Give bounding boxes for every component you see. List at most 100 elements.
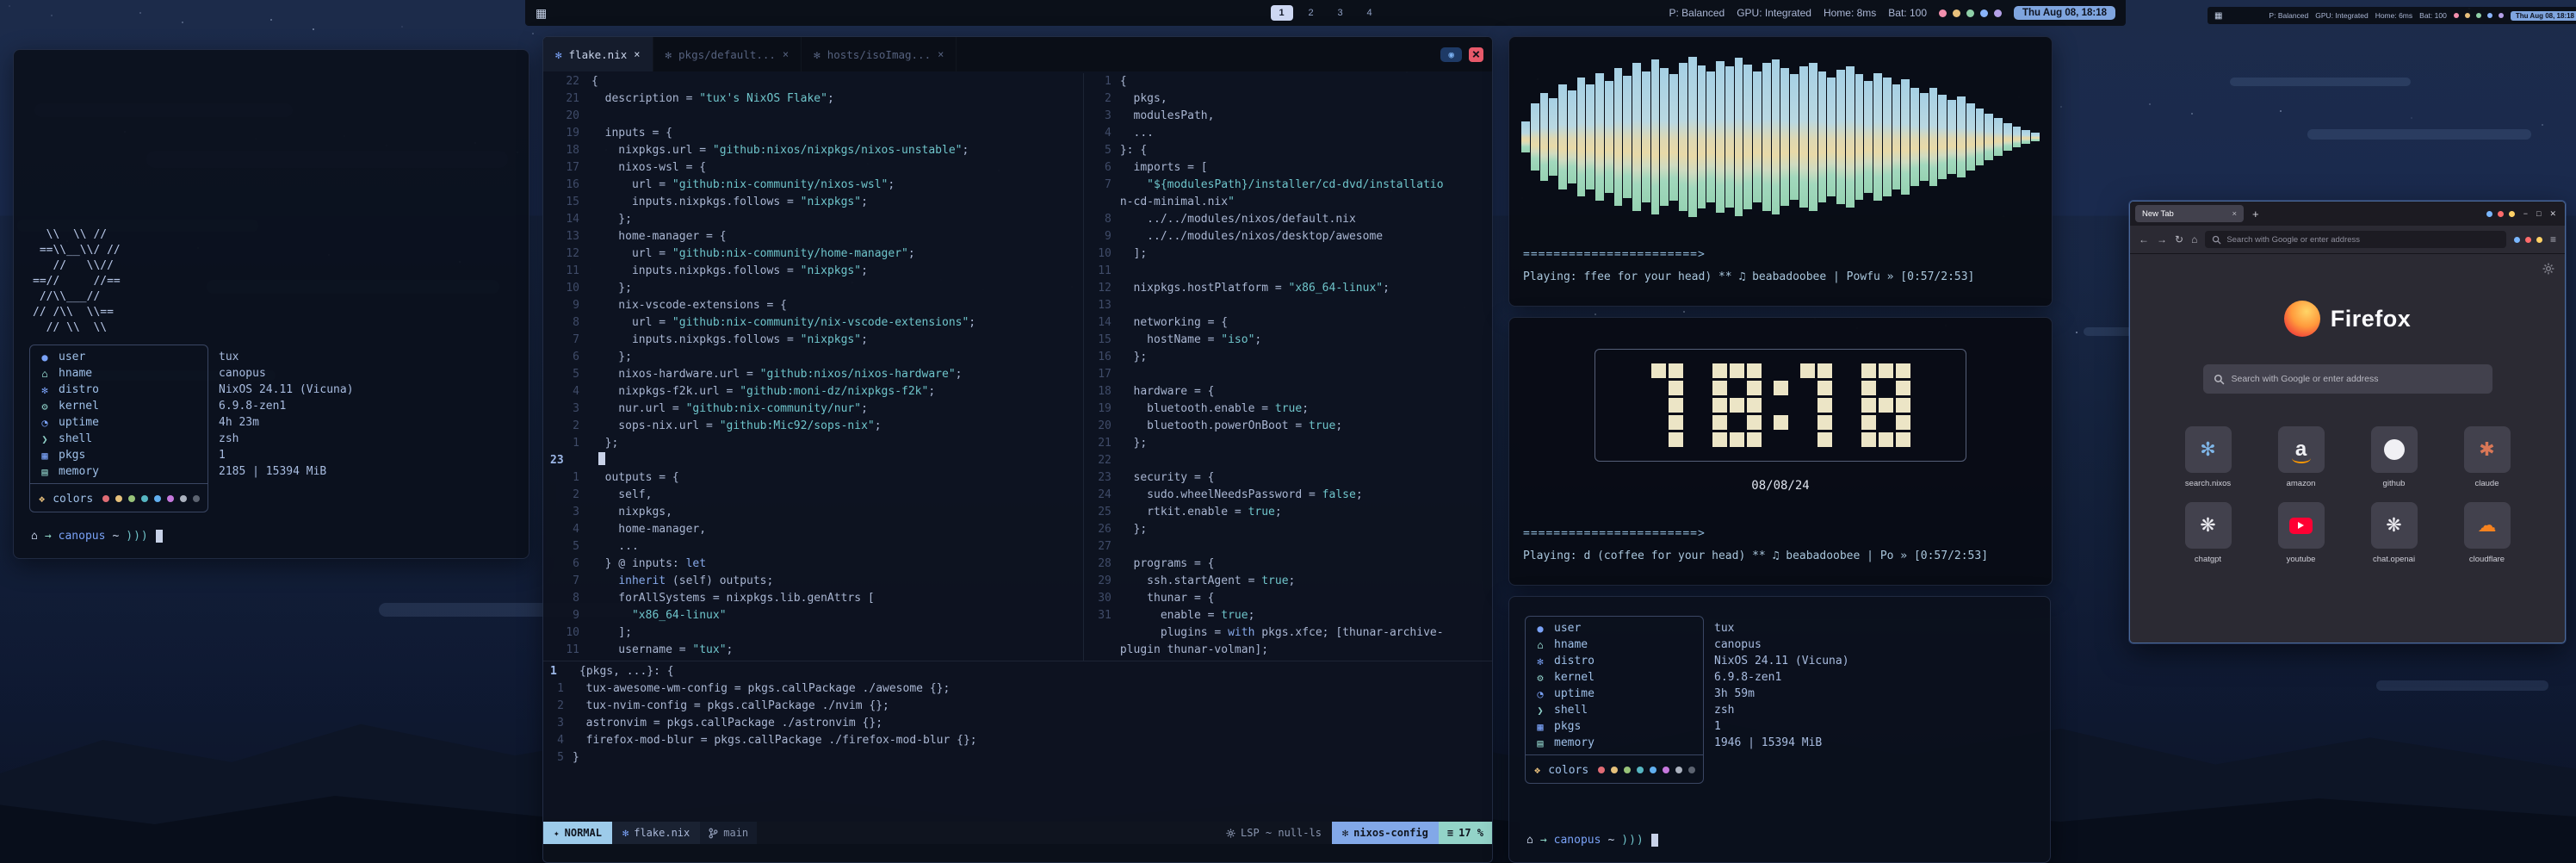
- window-close-button[interactable]: ×: [1469, 47, 1483, 62]
- launcher-icon[interactable]: ▦: [2214, 11, 2222, 21]
- line-number: 4: [543, 383, 591, 400]
- editor-tab-1[interactable]: ✻flake.nix×: [543, 37, 653, 71]
- shortcut-tile-search.nixos[interactable]: ✻search.nixos: [2171, 426, 2245, 488]
- line-number: 30: [1084, 590, 1120, 607]
- clock-widget[interactable]: Thu Aug 08, 18:18: [2014, 6, 2115, 20]
- extension-icon[interactable]: [2536, 237, 2542, 243]
- workspace-button-2[interactable]: 2: [1300, 5, 1322, 21]
- cava-bar: [1892, 53, 1901, 221]
- cava-bar: [1706, 53, 1715, 221]
- launcher-icon[interactable]: ▦: [536, 6, 547, 21]
- editor-pane-flake-nix[interactable]: 22{21 description = "tux's NixOS Flake";…: [543, 73, 1084, 661]
- cava-bar: [1976, 53, 1985, 221]
- firefox-logo: [2284, 301, 2320, 337]
- code-text: };: [1120, 435, 1147, 452]
- tile-icon-box: [2371, 426, 2418, 473]
- tray-icon[interactable]: [2454, 13, 2459, 18]
- fetch-values: tuxcanopusNixOS 24.11 (Vicuna)6.9.8-zen1…: [1714, 620, 1849, 751]
- extension-icon[interactable]: [2486, 211, 2492, 217]
- home-icon[interactable]: ⌂: [2191, 233, 2197, 245]
- shortcut-tile-chat.openai[interactable]: ❋chat.openai: [2357, 502, 2431, 564]
- shell-prompt[interactable]: ⌂→canopus~))): [1526, 834, 1658, 847]
- forward-icon[interactable]: →: [2157, 233, 2167, 245]
- workspace-button-1[interactable]: 1: [1271, 5, 1293, 21]
- shortcut-tile-github[interactable]: github: [2357, 426, 2431, 488]
- fetch-label: colors: [53, 493, 93, 506]
- clock-digit: [1712, 363, 1762, 447]
- menu-icon[interactable]: ≡: [2550, 233, 2556, 245]
- clock-digit: [1800, 363, 1849, 447]
- refresh-icon[interactable]: ↻: [2175, 233, 2183, 245]
- cava-bar: [1753, 53, 1762, 221]
- tray-icon[interactable]: [2487, 13, 2492, 18]
- workspace-button-4[interactable]: 4: [1359, 5, 1381, 21]
- newtab-search-input[interactable]: Search with Google or enter address: [2203, 364, 2492, 394]
- tray-icon[interactable]: [2499, 13, 2504, 18]
- terminal-color-palette: [1598, 767, 1695, 773]
- vim-command-line[interactable]: [543, 844, 1492, 862]
- tab-close-icon[interactable]: ×: [783, 48, 789, 60]
- line-number: 1: [543, 663, 579, 680]
- editor-pane-pkgs-default[interactable]: 1{pkgs, ...}: {1 tux-awesome-wm-config =…: [543, 661, 1492, 822]
- code-line: 10 };: [543, 280, 1083, 297]
- github-icon: [2384, 439, 2405, 460]
- personalize-gear-icon[interactable]: [2542, 263, 2554, 277]
- fetch-value: 6.9.8-zen1: [1714, 669, 1849, 686]
- shortcut-tile-youtube[interactable]: youtube: [2264, 502, 2338, 564]
- shortcut-tile-claude[interactable]: ✱claude: [2450, 426, 2524, 488]
- tray-icon[interactable]: [1994, 9, 2002, 17]
- cava-bar: [1799, 53, 1808, 221]
- shortcut-tile-cloudflare[interactable]: ☁cloudflare: [2450, 502, 2524, 564]
- new-tab-button[interactable]: +: [2249, 208, 2263, 220]
- editor-pane-iso-image[interactable]: 1{2 pkgs,3 modulesPath,4 ...5}: {6 impor…: [1084, 73, 1492, 661]
- maximize-button[interactable]: □: [2536, 209, 2541, 219]
- extension-icon[interactable]: [2498, 211, 2504, 217]
- line-number: 8: [543, 590, 591, 607]
- color-dot: [115, 495, 122, 502]
- close-button[interactable]: ✕: [2549, 209, 2556, 219]
- minimize-button[interactable]: −: [2523, 209, 2528, 219]
- fetch-row: ▦pkgs: [1526, 718, 1703, 735]
- fetch-value: tux: [219, 349, 354, 365]
- panel-toggle-button[interactable]: ◉: [1440, 47, 1462, 62]
- code-line: 17: [1084, 366, 1492, 383]
- chatgpt-icon: ❋: [2200, 514, 2215, 537]
- fetch-info-box: ●user⌂hname✻distro⚙kernel◔uptime❯shell▦p…: [29, 345, 208, 512]
- shortcut-tile-chatgpt[interactable]: ❋chatgpt: [2171, 502, 2245, 564]
- tab-close-icon[interactable]: ×: [938, 48, 944, 60]
- tray-icon[interactable]: [2476, 13, 2481, 18]
- extension-icon[interactable]: [2514, 237, 2520, 243]
- shell-prompt[interactable]: ⌂→canopus~))): [31, 530, 163, 543]
- status-text-group: P: BalancedGPU: IntegratedHome: 8msBat: …: [1669, 7, 1928, 19]
- tray-icon[interactable]: [1966, 9, 1974, 17]
- editor-tab-2[interactable]: ✻pkgs/default...×: [653, 37, 802, 71]
- cava-bar: [1521, 53, 1530, 221]
- code-line: 7 inputs.nixpkgs.follows = "nixpkgs";: [543, 332, 1083, 349]
- workspace-button-3[interactable]: 3: [1329, 5, 1352, 21]
- extension-icon[interactable]: [2509, 211, 2515, 217]
- fetch-row: ❯shell: [30, 431, 207, 447]
- tile-label: youtube: [2264, 555, 2338, 564]
- shortcut-tile-amazon[interactable]: aamazon: [2264, 426, 2338, 488]
- line-number: 20: [543, 108, 591, 125]
- editor-tab-3[interactable]: ✻hosts/isoImag...×: [802, 37, 957, 71]
- clock-widget[interactable]: Thu Aug 08, 18:18: [2511, 11, 2576, 21]
- tab-close-icon[interactable]: ×: [2232, 209, 2237, 219]
- code-line: 4 home-manager,: [543, 521, 1083, 538]
- cava-bar: [1642, 53, 1650, 221]
- back-icon[interactable]: ←: [2139, 233, 2149, 245]
- url-bar[interactable]: Search with Google or enter address: [2205, 231, 2506, 248]
- cava-bar: [1947, 53, 1956, 221]
- tray-icon[interactable]: [1939, 9, 1947, 17]
- extension-icon[interactable]: [2525, 237, 2531, 243]
- tray-icon[interactable]: [1953, 9, 1960, 17]
- tab-close-icon[interactable]: ×: [634, 48, 640, 60]
- neovim-window: ✻flake.nix×✻pkgs/default...×✻hosts/isoIm…: [542, 36, 1493, 863]
- browser-tab[interactable]: New Tab ×: [2135, 205, 2244, 222]
- terminal-fastfetch-right[interactable]: ●user⌂hname✻distro⚙kernel◔uptime❯shell▦p…: [1508, 596, 2051, 863]
- code-line: 18 nixpkgs.url = "github:nixos/nixpkgs/n…: [543, 142, 1083, 159]
- terminal-fastfetch-left[interactable]: \\ \\ // ==\\__\\/ // // \\// ==// //== …: [13, 49, 529, 559]
- tray-icon[interactable]: [2465, 13, 2470, 18]
- status-text: P: Balanced: [1669, 7, 1725, 19]
- tray-icon[interactable]: [1980, 9, 1988, 17]
